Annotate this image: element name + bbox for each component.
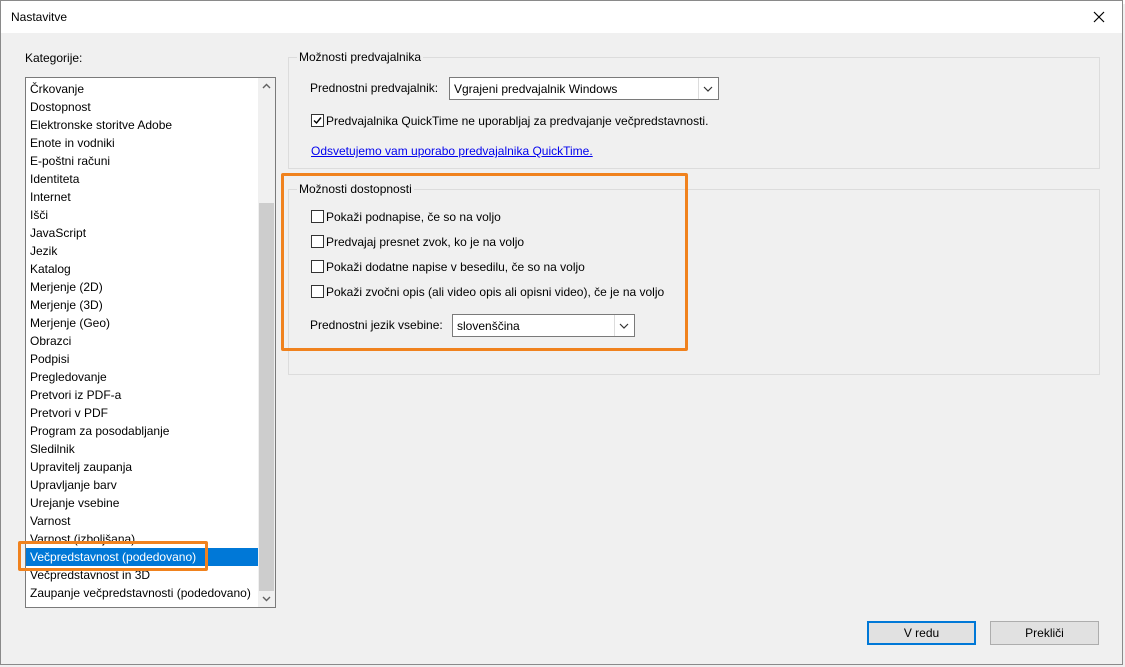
category-item[interactable]: Večpredstavnost (podedovano) — [26, 548, 258, 566]
category-item[interactable]: Jezik — [26, 242, 258, 260]
category-item[interactable]: Upravitelj zaupanja — [26, 458, 258, 476]
category-item[interactable]: Merjenje (3D) — [26, 296, 258, 314]
content-language-select[interactable]: slovenščina — [452, 314, 635, 337]
quicktime-checkbox-label[interactable]: Predvajalnika QuickTime ne uporabljaj za… — [326, 114, 708, 128]
category-item[interactable]: Podpisi — [26, 350, 258, 368]
audio-description-checkbox-label[interactable]: Pokaži zvočni opis (ali video opis ali o… — [326, 285, 664, 299]
captions-checkbox[interactable] — [311, 260, 324, 273]
scroll-down-button[interactable] — [258, 590, 275, 607]
close-icon — [1093, 11, 1105, 23]
category-item[interactable]: Dostopnost — [26, 98, 258, 116]
category-item[interactable]: E-poštni računi — [26, 152, 258, 170]
categories-label: Kategorije: — [25, 51, 83, 65]
category-item[interactable]: Črkovanje — [26, 80, 258, 98]
categories-list: Črkovanje Dostopnost Elektronske storitve … — [26, 80, 258, 602]
quicktime-checkbox[interactable] — [311, 114, 324, 127]
subtitles-checkbox-label[interactable]: Pokaži podnapise, če so na voljo — [326, 210, 501, 224]
category-item[interactable]: Program za posodabljanje — [26, 422, 258, 440]
content-language-value: slovenščina — [457, 319, 520, 333]
dropdown-arrow — [614, 315, 634, 336]
dialog-title: Nastavitve — [11, 10, 68, 24]
title-bar: Nastavitve — [1, 1, 1122, 33]
preferred-player-label: Prednostni predvajalnik: — [310, 81, 439, 95]
audio-description-checkbox[interactable] — [311, 285, 324, 298]
categories-listbox[interactable]: Črkovanje Dostopnost Elektronske storitve … — [25, 77, 276, 608]
category-item[interactable]: Katalog — [26, 260, 258, 278]
scroll-thumb[interactable] — [259, 203, 274, 591]
content-language-label: Prednostni jezik vsebine: — [310, 318, 443, 332]
category-item[interactable]: Varnost (izboljšana) — [26, 530, 258, 548]
category-item[interactable]: Obrazci — [26, 332, 258, 350]
category-item[interactable]: Pretvori v PDF — [26, 404, 258, 422]
preferred-player-value: Vgrajeni predvajalnik Windows — [454, 82, 618, 96]
chevron-down-icon — [619, 323, 629, 329]
category-item[interactable]: Varnost — [26, 512, 258, 530]
dubbed-audio-checkbox-label[interactable]: Predvajaj presnet zvok, ko je na voljo — [326, 235, 524, 249]
preferred-player-select[interactable]: Vgrajeni predvajalnik Windows — [449, 77, 719, 100]
player-options-title: Možnosti predvajalnika — [297, 50, 424, 64]
categories-scrollbar[interactable] — [258, 78, 275, 607]
category-item[interactable]: Pregledovanje — [26, 368, 258, 386]
category-item[interactable]: Identiteta — [26, 170, 258, 188]
category-item[interactable]: JavaScript — [26, 224, 258, 242]
category-item[interactable]: Merjenje (Geo) — [26, 314, 258, 332]
category-item[interactable]: Merjenje (2D) — [26, 278, 258, 296]
category-item[interactable]: Išči — [26, 206, 258, 224]
category-item[interactable]: Urejanje vsebine — [26, 494, 258, 512]
dropdown-arrow — [698, 78, 718, 99]
chevron-down-icon — [703, 86, 713, 92]
chevron-down-icon — [262, 596, 271, 602]
category-item[interactable]: Upravljanje barv — [26, 476, 258, 494]
close-button[interactable] — [1076, 1, 1122, 33]
category-item[interactable]: Zaupanje večpredstavnosti (podedovano) — [26, 584, 258, 602]
ok-button[interactable]: V redu — [867, 621, 976, 645]
category-item[interactable]: Večpredstavnost in 3D — [26, 566, 258, 584]
preferences-dialog: Nastavitve Kategorije: Črkovanje Dostopno… — [0, 0, 1123, 665]
cancel-button[interactable]: Prekliči — [990, 621, 1099, 645]
subtitles-checkbox[interactable] — [311, 210, 324, 223]
category-item[interactable]: Enote in vodniki — [26, 134, 258, 152]
captions-checkbox-label[interactable]: Pokaži dodatne napise v besedilu, če so … — [326, 260, 585, 274]
category-item[interactable]: Elektronske storitve Adobe — [26, 116, 258, 134]
category-item[interactable]: Internet — [26, 188, 258, 206]
category-item[interactable]: Pretvori iz PDF-a — [26, 386, 258, 404]
category-item[interactable]: Sledilnik — [26, 440, 258, 458]
checkmark-icon — [313, 117, 322, 125]
accessibility-options-title: Možnosti dostopnosti — [297, 182, 414, 196]
dubbed-audio-checkbox[interactable] — [311, 235, 324, 248]
scroll-up-button[interactable] — [258, 78, 275, 95]
quicktime-advice-link[interactable]: Odsvetujemo vam uporabo predvajalnika Qu… — [311, 144, 593, 158]
chevron-up-icon — [262, 83, 271, 89]
